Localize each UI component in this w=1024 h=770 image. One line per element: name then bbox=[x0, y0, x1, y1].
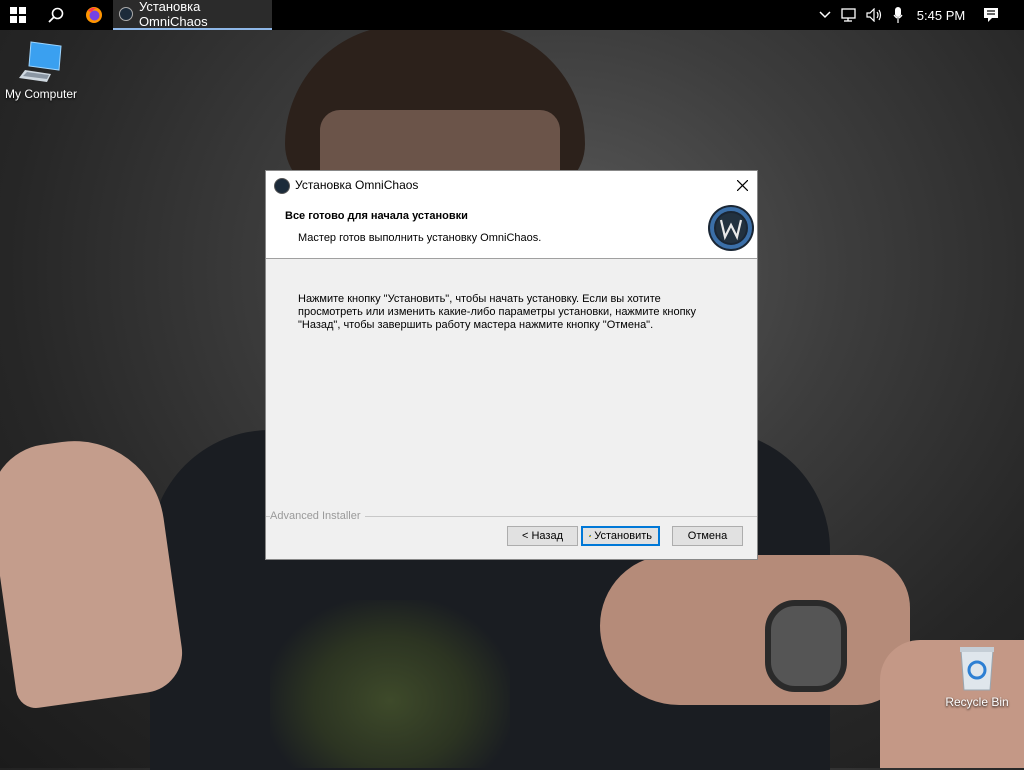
microphone-icon bbox=[893, 7, 903, 23]
branding-separator: Advanced Installer bbox=[266, 510, 757, 522]
dialog-title: Установка OmniChaos bbox=[295, 178, 419, 192]
wallpaper-shape bbox=[600, 555, 910, 705]
windows-logo-icon bbox=[10, 7, 26, 23]
cancel-button[interactable]: Отмена bbox=[672, 526, 743, 546]
desktop-icon-recycle-bin[interactable]: Recycle Bin bbox=[936, 644, 1018, 709]
installer-dialog: Установка OmniChaos Все готово для начал… bbox=[265, 170, 758, 560]
clock[interactable]: 5:45 PM bbox=[912, 0, 970, 30]
computer-icon bbox=[19, 41, 62, 82]
firefox-taskbar-button[interactable] bbox=[76, 0, 112, 30]
close-button[interactable] bbox=[727, 171, 757, 200]
show-hidden-icons-button[interactable] bbox=[814, 0, 836, 30]
taskbar-item-label: Установка OmniChaos bbox=[138, 0, 208, 29]
app-icon bbox=[274, 178, 290, 194]
recycle-bin-icon bbox=[960, 647, 994, 691]
install-button[interactable]: Установить bbox=[581, 526, 660, 546]
network-icon bbox=[841, 8, 856, 22]
product-logo-icon bbox=[708, 205, 754, 251]
search-button[interactable] bbox=[38, 0, 74, 30]
wallpaper-shape bbox=[270, 600, 510, 768]
wallpaper-shape bbox=[0, 429, 188, 711]
shield-icon bbox=[589, 534, 592, 538]
volume-icon bbox=[866, 8, 882, 22]
dialog-titlebar[interactable]: Установка OmniChaos bbox=[266, 171, 757, 200]
header-subtitle: Мастер готов выполнить установку OmniCha… bbox=[298, 232, 542, 244]
action-center-icon bbox=[984, 8, 998, 22]
back-button[interactable]: < Назад bbox=[507, 526, 578, 546]
header-title: Все готово для начала установки bbox=[285, 210, 468, 222]
desktop-icon-label: My Computer bbox=[4, 87, 78, 101]
start-button[interactable] bbox=[0, 0, 36, 30]
notifications-button[interactable] bbox=[976, 0, 1006, 30]
network-tray-button[interactable] bbox=[838, 0, 862, 30]
taskbar-item-installer[interactable]: Установка OmniChaos bbox=[113, 0, 272, 30]
dialog-header: Все готово для начала установки Мастер г… bbox=[266, 200, 757, 259]
wallpaper-shape bbox=[765, 600, 847, 692]
close-icon bbox=[736, 180, 748, 191]
desktop-icon-label: Recycle Bin bbox=[945, 695, 1009, 709]
chevron-up-icon bbox=[819, 11, 831, 19]
microphone-tray-button[interactable] bbox=[888, 0, 908, 30]
app-icon bbox=[119, 7, 133, 21]
volume-tray-button[interactable] bbox=[863, 0, 887, 30]
branding-label: Advanced Installer bbox=[270, 510, 365, 522]
desktop-icon-my-computer[interactable]: My Computer bbox=[0, 40, 82, 101]
install-button-label: Установить bbox=[594, 530, 652, 542]
firefox-icon bbox=[86, 7, 102, 23]
search-icon bbox=[48, 7, 64, 23]
instruction-text: Нажмите кнопку "Установить", чтобы начат… bbox=[298, 293, 696, 331]
taskbar: Установка OmniChaos 5:45 PM bbox=[0, 0, 1024, 30]
